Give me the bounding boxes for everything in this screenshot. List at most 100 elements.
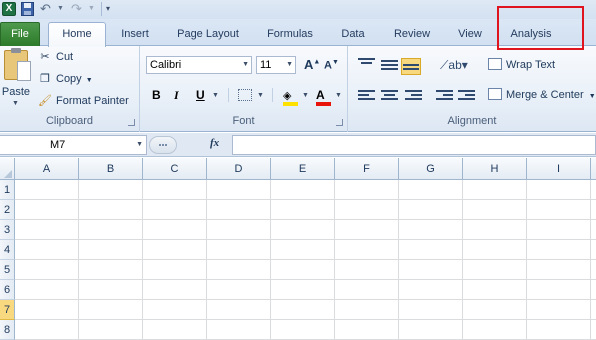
column-header[interactable]: E [271, 158, 335, 180]
row-header-active[interactable]: 7 [0, 300, 15, 320]
font-size-select[interactable]: 11 ▼ [256, 56, 296, 74]
chevron-down-icon[interactable]: ▼ [286, 57, 293, 73]
clipboard-launcher-icon[interactable] [128, 119, 135, 126]
cell-area[interactable] [15, 180, 596, 340]
font-group: Calibri ▼ 11 ▼ A▲ A▼ B I U ▼ ▼ ◈ ▼ A ▼ F… [140, 46, 348, 132]
merge-dropdown-icon[interactable]: ▼ [589, 93, 596, 100]
clipboard-group-label: Clipboard [45, 115, 94, 127]
redo-icon[interactable]: ↷ [71, 2, 85, 16]
increase-indent-icon[interactable] [458, 90, 475, 103]
insert-function-button[interactable]: fx [210, 137, 219, 149]
decrease-indent-icon[interactable] [436, 90, 453, 103]
fill-color-button[interactable]: ◈ [283, 86, 298, 106]
font-group-label: Font [232, 115, 255, 127]
wrap-text-icon [488, 58, 502, 70]
column-header[interactable]: A [15, 158, 79, 180]
redo-dropdown-icon[interactable]: ▼ [88, 2, 96, 16]
scissors-icon: ✂ [40, 51, 50, 63]
paste-icon [4, 48, 31, 81]
align-bottom-icon[interactable] [401, 58, 421, 75]
paste-label: Paste [1, 86, 31, 98]
formula-bar-splitter[interactable] [149, 136, 177, 154]
column-header[interactable]: D [207, 158, 271, 180]
italic-button[interactable]: I [174, 86, 179, 104]
row-header[interactable]: 3 [0, 220, 15, 240]
excel-icon: X [2, 2, 16, 16]
paste-dropdown-icon[interactable]: ▼ [12, 100, 19, 107]
chevron-down-icon[interactable]: ▼ [136, 136, 143, 154]
customize-toolbar-icon[interactable]: ▾ [106, 2, 115, 16]
chevron-down-icon[interactable]: ▼ [242, 57, 249, 73]
borders-dropdown-icon[interactable]: ▼ [257, 92, 264, 99]
undo-dropdown-icon[interactable]: ▼ [57, 2, 65, 16]
copy-label: Copy [56, 73, 82, 85]
formula-input[interactable] [232, 135, 596, 155]
format-painter-label: Format Painter [56, 95, 129, 107]
font-color-dropdown-icon[interactable]: ▼ [335, 92, 342, 99]
select-all-button[interactable] [0, 158, 15, 180]
row-header[interactable]: 1 [0, 180, 15, 200]
paste-button[interactable]: Paste ▼ [1, 48, 31, 110]
grow-font-button[interactable]: A▲ [304, 57, 320, 72]
bold-button[interactable]: B [152, 86, 161, 104]
analysis-highlight-box [497, 6, 584, 50]
tab-data[interactable]: Data [338, 23, 368, 46]
save-icon[interactable] [21, 2, 34, 16]
tab-view[interactable]: View [454, 23, 486, 46]
row-header[interactable]: 5 [0, 260, 15, 280]
font-color-button[interactable]: A [316, 86, 331, 106]
merge-center-button[interactable]: Merge & Center ▼ [488, 88, 596, 101]
align-left-icon[interactable] [358, 90, 375, 103]
copy-dropdown-icon[interactable]: ▼ [86, 77, 93, 84]
font-name-select[interactable]: Calibri ▼ [146, 56, 252, 74]
column-header-row: A B C D E F G H I [0, 158, 596, 180]
align-right-icon[interactable] [405, 90, 422, 103]
underline-button[interactable]: U [196, 86, 205, 104]
column-header[interactable]: H [463, 158, 527, 180]
wrap-text-button[interactable]: Wrap Text [488, 58, 555, 71]
row-header[interactable]: 4 [0, 240, 15, 260]
tab-page-layout[interactable]: Page Layout [175, 23, 241, 46]
column-header[interactable]: G [399, 158, 463, 180]
font-color-label: A [316, 88, 325, 102]
formula-bar: M7 ▼ fx [0, 133, 596, 157]
underline-dropdown-icon[interactable]: ▼ [212, 92, 219, 99]
font-launcher-icon[interactable] [336, 119, 343, 126]
tab-review[interactable]: Review [390, 23, 434, 46]
undo-icon[interactable]: ↶ [40, 2, 54, 16]
shrink-font-button[interactable]: A▼ [324, 59, 339, 72]
align-middle-icon[interactable] [381, 60, 398, 73]
column-header[interactable]: I [527, 158, 591, 180]
fill-color-swatch [283, 102, 298, 106]
merge-center-label: Merge & Center [506, 89, 584, 101]
column-header[interactable]: F [335, 158, 399, 180]
name-box[interactable]: M7 ▼ [0, 135, 147, 155]
align-center-icon[interactable] [381, 90, 398, 103]
cut-button[interactable]: ✂ Cut [38, 48, 73, 66]
format-painter-button[interactable]: 🖌 Format Painter [38, 92, 129, 110]
copy-button[interactable]: ❐ Copy ▼ [38, 70, 93, 88]
column-header[interactable]: B [79, 158, 143, 180]
tab-formulas[interactable]: Formulas [264, 23, 316, 46]
alignment-group-label: Alignment [447, 115, 497, 127]
column-header[interactable]: C [143, 158, 207, 180]
worksheet-grid[interactable]: A B C D E F G H I 1 2 3 4 5 6 7 8 [0, 158, 596, 340]
row-header[interactable]: 8 [0, 320, 15, 340]
fill-color-dropdown-icon[interactable]: ▼ [302, 92, 309, 99]
row-header[interactable]: 2 [0, 200, 15, 220]
tab-insert[interactable]: Insert [118, 23, 152, 46]
row-header[interactable]: 6 [0, 280, 15, 300]
font-divider [228, 88, 229, 102]
clipboard-group: Paste ▼ ✂ Cut ❐ Copy ▼ 🖌 Format Painter Clip… [0, 46, 140, 132]
tab-file[interactable]: File [0, 22, 40, 46]
toolbar-divider [101, 2, 102, 16]
align-top-icon[interactable] [358, 58, 375, 71]
paintbrush-icon: 🖌 [38, 95, 52, 107]
font-name-value: Calibri [150, 59, 182, 71]
tab-home[interactable]: Home [48, 22, 106, 47]
merge-center-icon [488, 88, 502, 100]
paint-bucket-icon: ◈ [283, 90, 292, 102]
orientation-icon[interactable]: ⟋ab▾ [440, 58, 468, 73]
font-divider [272, 88, 273, 102]
borders-button[interactable] [238, 89, 252, 101]
